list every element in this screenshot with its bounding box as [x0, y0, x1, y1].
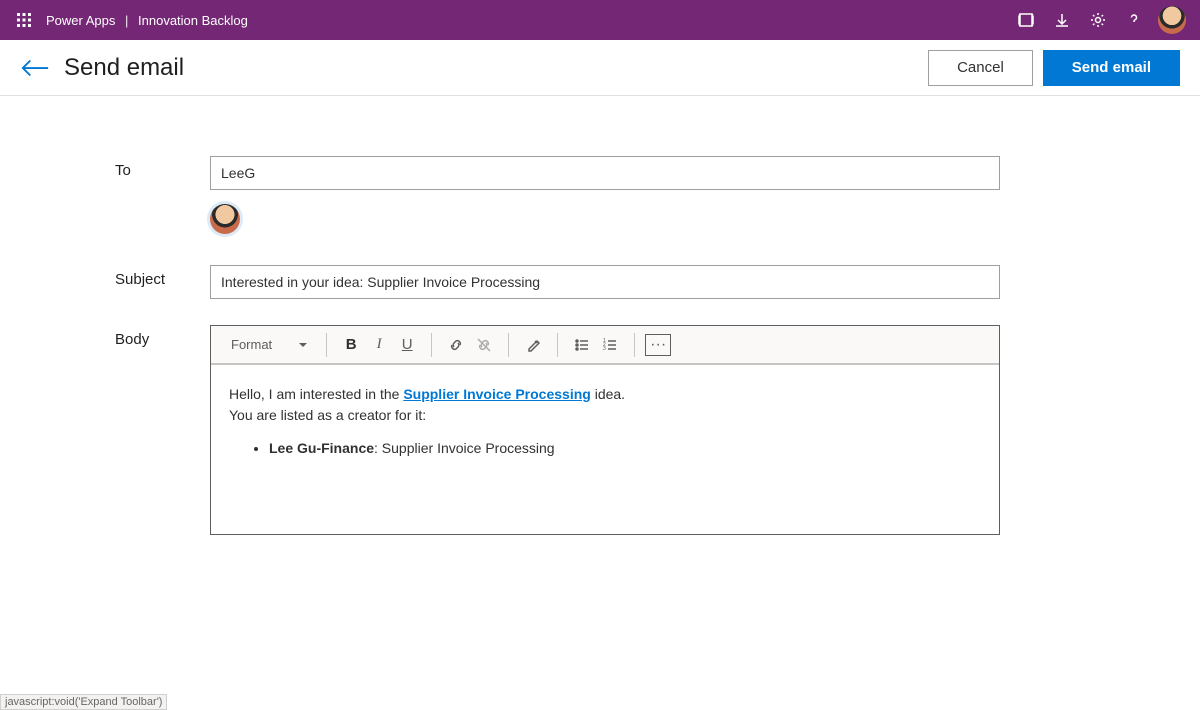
body-line1-pre: Hello, I am interested in the — [229, 386, 403, 402]
to-label: To — [0, 156, 210, 239]
format-dropdown[interactable]: Format — [223, 337, 316, 352]
send-email-button[interactable]: Send email — [1043, 50, 1180, 86]
app-launcher-icon[interactable] — [8, 4, 40, 36]
status-bar: javascript:void('Expand Toolbar') — [0, 694, 167, 710]
cancel-button[interactable]: Cancel — [928, 50, 1033, 86]
chevron-down-icon — [298, 340, 308, 350]
recipient-avatar[interactable] — [210, 204, 240, 234]
idea-link[interactable]: Supplier Invoice Processing — [403, 386, 591, 402]
download-icon[interactable] — [1044, 0, 1080, 40]
body-line2: You are listed as a creator for it: — [229, 405, 981, 426]
bold-button[interactable]: B — [337, 331, 365, 359]
body-line1-post: idea. — [591, 386, 625, 402]
clear-format-icon[interactable] — [519, 331, 547, 359]
recipient-chip-row — [210, 204, 1000, 239]
email-form: To Subject Body Format — [0, 96, 1200, 535]
brand-breadcrumb: Power Apps | Innovation Backlog — [46, 13, 248, 28]
more-options-button[interactable]: ··· — [645, 334, 671, 356]
rich-text-editor: Format B I U — [210, 325, 1000, 535]
app-name[interactable]: Innovation Backlog — [138, 13, 248, 28]
global-topbar: Power Apps | Innovation Backlog — [0, 0, 1200, 40]
underline-button[interactable]: U — [393, 331, 421, 359]
settings-gear-icon[interactable] — [1080, 0, 1116, 40]
page-header: Send email Cancel Send email — [0, 40, 1200, 96]
unlink-icon[interactable] — [470, 331, 498, 359]
fit-to-screen-icon[interactable] — [1008, 0, 1044, 40]
bullet-list-icon[interactable] — [568, 331, 596, 359]
body-label: Body — [0, 325, 210, 535]
page-title: Send email — [64, 54, 184, 82]
back-arrow-icon[interactable] — [20, 57, 50, 79]
svg-text:3: 3 — [603, 346, 606, 352]
editor-toolbar: Format B I U — [211, 326, 999, 364]
numbered-list-icon[interactable]: 123 — [596, 331, 624, 359]
product-name[interactable]: Power Apps — [46, 13, 115, 28]
help-icon[interactable] — [1116, 0, 1152, 40]
creator-list-item: Lee Gu-Finance: Supplier Invoice Process… — [269, 438, 981, 459]
subject-input[interactable] — [210, 265, 1000, 299]
to-input[interactable] — [210, 156, 1000, 190]
user-avatar[interactable] — [1158, 6, 1186, 34]
editor-body[interactable]: Hello, I am interested in the Supplier I… — [211, 364, 999, 534]
subject-label: Subject — [0, 265, 210, 299]
link-icon[interactable] — [442, 331, 470, 359]
italic-button[interactable]: I — [365, 331, 393, 359]
breadcrumb-separator: | — [125, 13, 128, 28]
